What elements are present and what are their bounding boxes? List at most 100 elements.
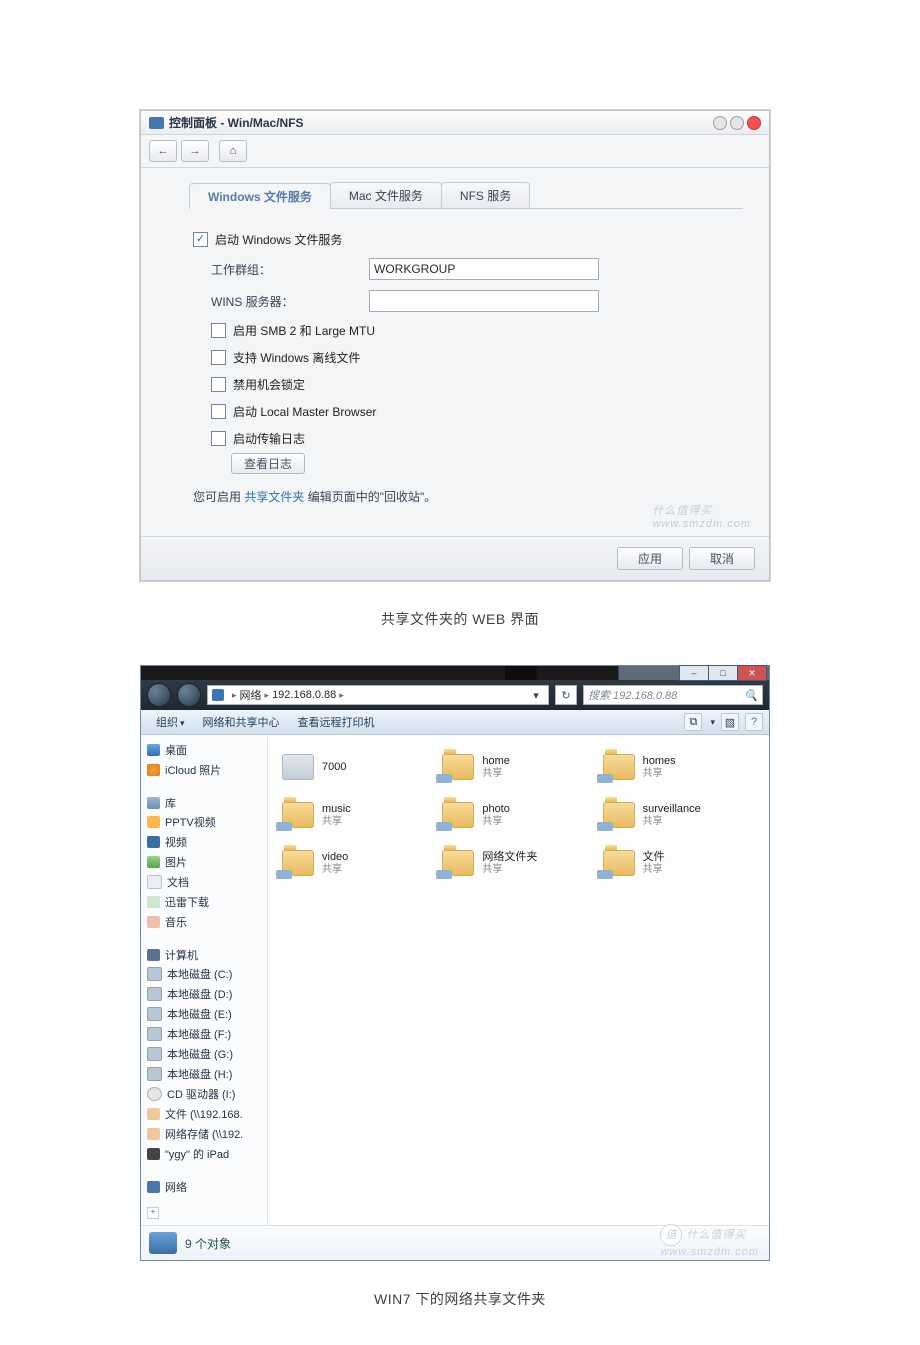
network-center-button[interactable]: 网络和共享中心: [194, 712, 289, 732]
sidebar-item-music[interactable]: 音乐: [147, 913, 265, 931]
folder-item[interactable]: photo共享: [442, 793, 594, 837]
home-button[interactable]: ⌂: [219, 140, 247, 162]
sidebar-item-videos[interactable]: 视频: [147, 833, 265, 851]
sidebar-label: 图片: [165, 854, 187, 870]
folder-name: photo: [482, 803, 510, 816]
sidebar-item-computer[interactable]: 计算机: [147, 947, 265, 963]
expand-toggle[interactable]: +: [147, 1207, 159, 1219]
window-maximize-button[interactable]: □: [708, 665, 738, 681]
crumb-network[interactable]: 网络: [240, 687, 262, 703]
address-dropdown-icon[interactable]: ▾: [528, 689, 544, 702]
label-oplock: 禁用机会锁定: [233, 376, 305, 393]
forward-nav-button[interactable]: [177, 683, 201, 707]
sidebar-label: CD 驱动器 (I:): [167, 1086, 235, 1102]
checkbox-log[interactable]: [211, 431, 226, 446]
folder-name: surveillance: [643, 803, 701, 816]
forward-button[interactable]: →: [181, 140, 209, 162]
help-icon[interactable]: [713, 116, 727, 130]
folder-item[interactable]: video共享: [282, 841, 434, 885]
sidebar-label: 网络: [165, 1179, 187, 1195]
search-icon: 🔍: [744, 689, 758, 702]
folder-sub: 共享: [643, 768, 676, 780]
share-folder-icon: [282, 850, 314, 876]
sidebar-item-vol-d[interactable]: 本地磁盘 (D:): [147, 985, 265, 1003]
minimize-icon[interactable]: [730, 116, 744, 130]
status-text: 9 个对象: [185, 1235, 231, 1252]
view-log-button[interactable]: 查看日志: [231, 453, 305, 474]
shared-folder-link[interactable]: 共享文件夹: [244, 490, 304, 504]
help-button[interactable]: ?: [745, 713, 763, 731]
folder-name: 网络文件夹: [482, 851, 537, 864]
search-input[interactable]: 搜索 192.168.0.88 🔍: [583, 685, 763, 705]
sidebar-item-network[interactable]: 网络: [147, 1179, 265, 1195]
folder-item[interactable]: homes共享: [603, 745, 755, 789]
sidebar-item-vol-c[interactable]: 本地磁盘 (C:): [147, 965, 265, 983]
libraries-icon: [147, 797, 160, 809]
folder-item[interactable]: 网络文件夹共享: [442, 841, 594, 885]
control-panel-window: 控制面板 - Win/Mac/NFS ← → ⌂ Windows 文件服务 Ma…: [140, 110, 770, 581]
sidebar-label: "ygy" 的 iPad: [165, 1146, 229, 1162]
address-bar[interactable]: ▸ 网络 ▸ 192.168.0.88 ▸ ▾: [207, 685, 549, 705]
sidebar-label: 桌面: [165, 742, 187, 758]
share-folder-icon: [603, 754, 635, 780]
checkbox-enable-windows[interactable]: [193, 232, 208, 247]
sidebar-item-netdrive-2[interactable]: 网络存储 (\\192.: [147, 1125, 265, 1143]
sidebar-label: iCloud 照片: [165, 762, 221, 778]
checkbox-oplock[interactable]: [211, 377, 226, 392]
share-folder-icon: [603, 802, 635, 828]
label-workgroup: 工作群组：: [211, 261, 369, 278]
network-crumb-icon: [212, 689, 224, 701]
watermark-badge: 值: [660, 1224, 682, 1246]
tab-mac[interactable]: Mac 文件服务: [330, 182, 442, 208]
window-close-button[interactable]: ✕: [737, 665, 767, 681]
tab-windows[interactable]: Windows 文件服务: [189, 183, 331, 209]
folder-name: home: [482, 755, 510, 768]
cancel-button[interactable]: 取消: [689, 547, 755, 570]
organize-menu[interactable]: 组织▾: [147, 712, 194, 732]
crumb-node[interactable]: 192.168.0.88: [272, 689, 336, 701]
back-nav-button[interactable]: [147, 683, 171, 707]
tab-nfs[interactable]: NFS 服务: [441, 182, 530, 208]
ipad-icon: [147, 1148, 160, 1160]
back-button[interactable]: ←: [149, 140, 177, 162]
folder-item[interactable]: 文件共享: [603, 841, 755, 885]
sidebar-item-desktop[interactable]: 桌面: [147, 741, 265, 759]
sidebar-item-pictures[interactable]: 图片: [147, 853, 265, 871]
sidebar-item-downloads[interactable]: 迅雷下载: [147, 893, 265, 911]
checkbox-offline[interactable]: [211, 350, 226, 365]
refresh-button[interactable]: ↻: [555, 685, 577, 705]
view-printers-button[interactable]: 查看远程打印机: [289, 712, 384, 732]
folder-item[interactable]: surveillance共享: [603, 793, 755, 837]
sidebar-label: 本地磁盘 (C:): [167, 966, 232, 982]
device-icon: [282, 754, 314, 780]
chevron-down-icon[interactable]: ▾: [710, 717, 715, 728]
apply-button[interactable]: 应用: [617, 547, 683, 570]
icloud-icon: [147, 764, 160, 776]
sidebar-item-vol-e[interactable]: 本地磁盘 (E:): [147, 1005, 265, 1023]
close-icon[interactable]: [747, 116, 761, 130]
sidebar-label: 文档: [167, 874, 189, 890]
window-minimize-button[interactable]: –: [679, 665, 709, 681]
folder-sub: 共享: [482, 864, 537, 876]
checkbox-smb2[interactable]: [211, 323, 226, 338]
sidebar-item-cd[interactable]: CD 驱动器 (I:): [147, 1085, 265, 1103]
sidebar-item-icloud[interactable]: iCloud 照片: [147, 761, 265, 779]
sidebar-item-netdrive-1[interactable]: 文件 (\\192.168.: [147, 1105, 265, 1123]
wins-input[interactable]: [369, 290, 599, 312]
sidebar-item-vol-g[interactable]: 本地磁盘 (G:): [147, 1045, 265, 1063]
status-bar: 9 个对象 值什么值得买 www.smzdm.com: [141, 1225, 769, 1260]
sidebar-item-documents[interactable]: 文档: [147, 873, 265, 891]
view-mode-button[interactable]: ⧉: [684, 713, 702, 731]
sidebar-item-libraries[interactable]: 库: [147, 795, 265, 811]
sidebar-item-pptv[interactable]: PPTV视频: [147, 813, 265, 831]
folder-item[interactable]: 7000: [282, 745, 434, 789]
checkbox-lmb[interactable]: [211, 404, 226, 419]
folder-item[interactable]: music共享: [282, 793, 434, 837]
folder-sub: 共享: [643, 864, 665, 876]
workgroup-input[interactable]: [369, 258, 599, 280]
folder-item[interactable]: home共享: [442, 745, 594, 789]
preview-pane-button[interactable]: ▧: [721, 713, 739, 731]
sidebar-item-vol-h[interactable]: 本地磁盘 (H:): [147, 1065, 265, 1083]
sidebar-item-ipad[interactable]: "ygy" 的 iPad: [147, 1145, 265, 1163]
sidebar-item-vol-f[interactable]: 本地磁盘 (F:): [147, 1025, 265, 1043]
